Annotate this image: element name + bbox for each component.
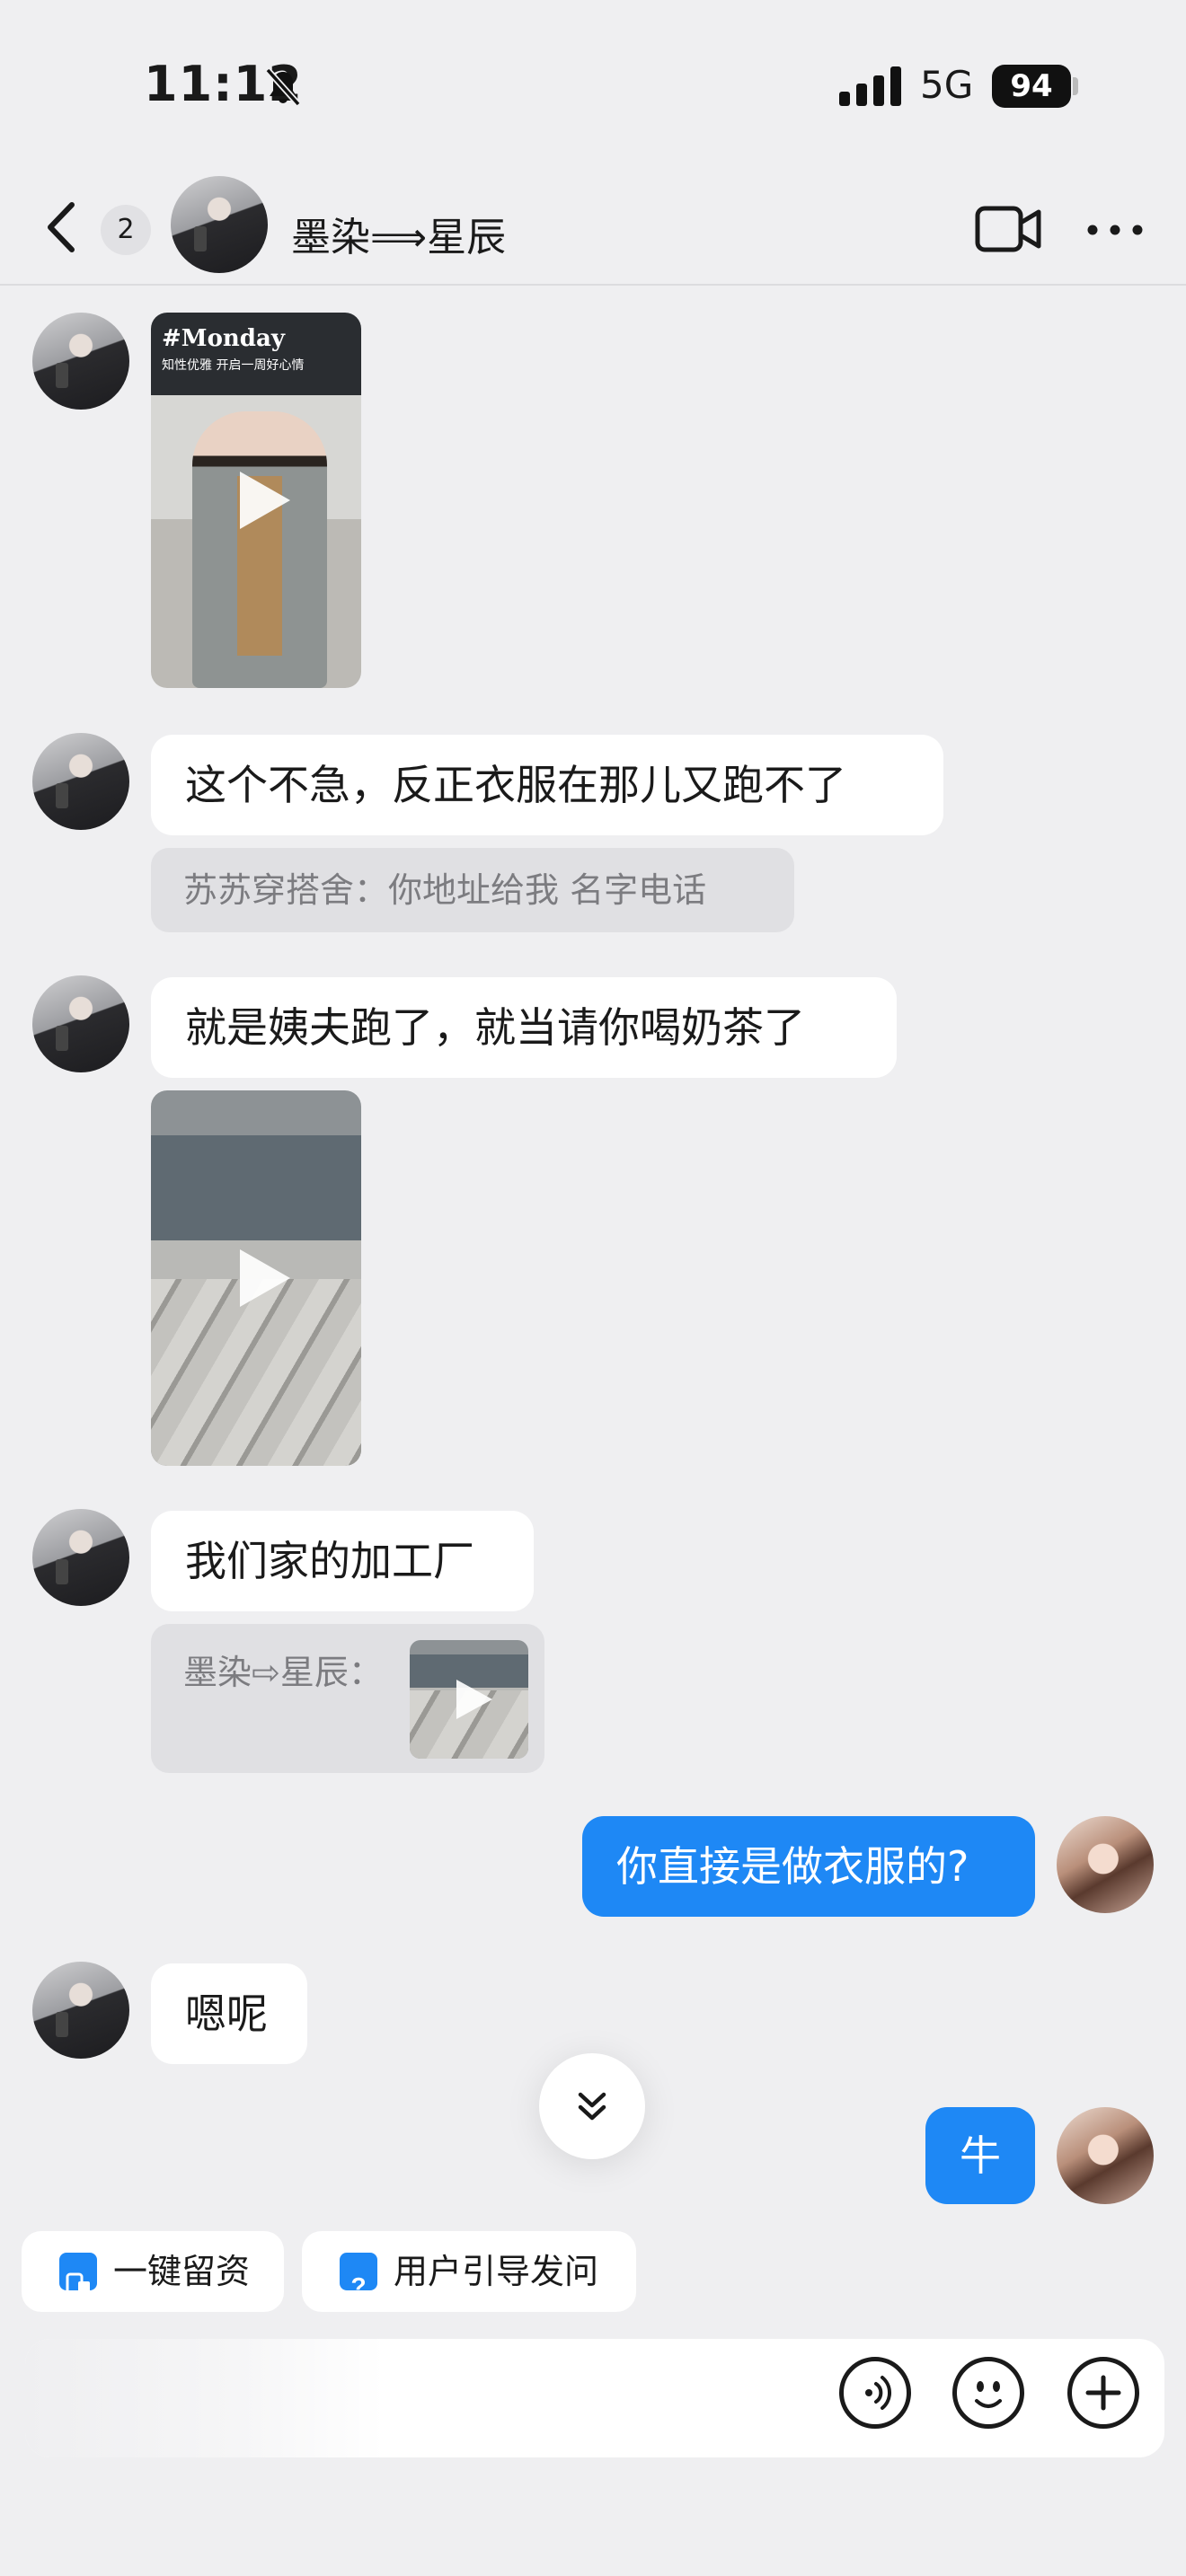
video-caption: #Monday 知性优雅 开启一周好心情 <box>162 325 304 374</box>
quick-reply-label: 一键留资 <box>113 2252 251 2291</box>
bell-slash-icon <box>265 67 301 107</box>
message-bubble-outgoing[interactable]: 牛 <box>925 2107 1035 2204</box>
play-icon[interactable] <box>456 1680 492 1719</box>
my-avatar[interactable] <box>1057 1816 1154 1913</box>
chat-header: 2 墨染⟹星辰 <box>0 171 1186 286</box>
video-thumbnail-fabric <box>151 1279 361 1466</box>
message-bubble[interactable]: 这个不急，反正衣服在那儿又跑不了 <box>151 735 943 835</box>
message-bubble[interactable]: 嗯呢 <box>151 1963 307 2064</box>
video-caption-title: #Monday <box>162 325 285 352</box>
my-avatar[interactable] <box>1057 2107 1154 2204</box>
scroll-to-bottom-button[interactable] <box>539 2053 645 2159</box>
signal-icon <box>839 66 901 106</box>
sender-avatar[interactable] <box>32 975 129 1072</box>
quoted-message[interactable]: 苏苏穿搭舍：你地址给我 名字电话 <box>151 848 794 932</box>
play-icon[interactable] <box>240 472 290 529</box>
message-bubble[interactable]: 我们家的加工厂 <box>151 1511 534 1611</box>
unread-badge: 2 <box>101 205 151 255</box>
question-icon: ? <box>340 2253 377 2300</box>
quoted-sender: 墨染⇨星辰： <box>183 1653 383 1692</box>
svg-text:?: ? <box>350 2272 366 2300</box>
message-bubble[interactable]: 就是姨夫跑了，就当请你喝奶茶了 <box>151 977 897 1078</box>
quick-reply-guide-question[interactable]: ? 用户引导发问 <box>302 2231 636 2312</box>
quoted-video-thumbnail[interactable] <box>410 1640 528 1759</box>
quoted-video-message[interactable]: 墨染⇨星辰： <box>151 1624 544 1773</box>
sender-avatar[interactable] <box>32 733 129 830</box>
ellipsis-icon[interactable] <box>1084 203 1146 255</box>
battery-level: 94 <box>992 65 1071 108</box>
play-icon[interactable] <box>240 1249 290 1307</box>
message-bubble-outgoing[interactable]: 你直接是做衣服的? <box>582 1816 1035 1917</box>
sender-avatar[interactable] <box>32 313 129 410</box>
sender-avatar[interactable] <box>32 1962 129 2059</box>
video-caption-subtitle: 知性优雅 开启一周好心情 <box>162 358 305 373</box>
double-chevron-down-icon <box>578 2092 606 2121</box>
status-bar: 11:12 5G 94 <box>0 0 1186 171</box>
video-camera-icon[interactable] <box>974 203 1042 255</box>
battery-icon <box>1073 77 1078 95</box>
voice-icon[interactable] <box>839 2357 911 2429</box>
chat-title[interactable]: 墨染⟹星辰 <box>291 205 506 262</box>
contact-avatar[interactable] <box>171 176 268 273</box>
emoji-icon[interactable] <box>952 2357 1024 2429</box>
sender-avatar[interactable] <box>32 1509 129 1606</box>
network-type: 5G <box>920 63 974 107</box>
form-icon <box>59 2253 97 2299</box>
input-field[interactable] <box>25 2339 385 2457</box>
plus-icon[interactable] <box>1067 2357 1139 2429</box>
chevron-left-icon[interactable] <box>36 196 90 259</box>
video-message[interactable] <box>151 1090 361 1466</box>
quick-reply-label: 用户引导发问 <box>394 2252 599 2291</box>
quick-reply-collect-info[interactable]: 一键留资 <box>22 2231 284 2312</box>
video-message[interactable]: #Monday 知性优雅 开启一周好心情 <box>151 313 361 688</box>
